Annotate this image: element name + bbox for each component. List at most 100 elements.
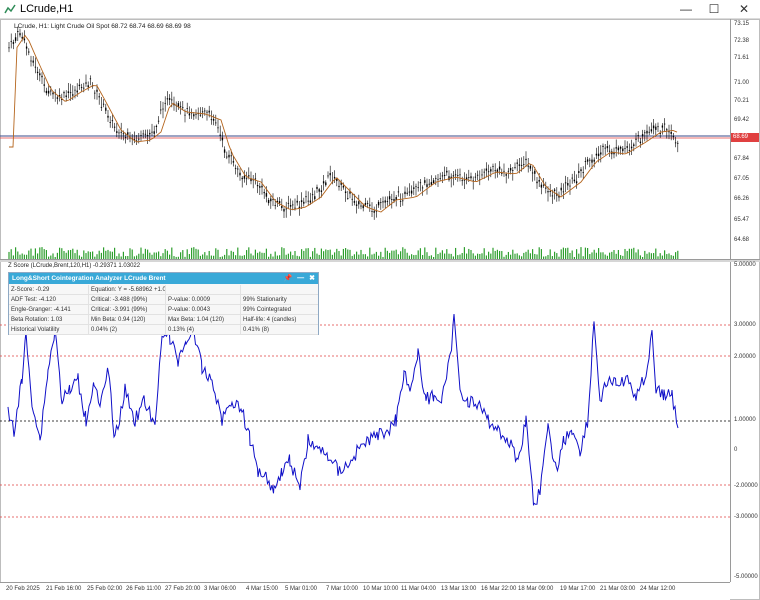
- candle-body: [635, 138, 637, 140]
- candle-body: [230, 155, 232, 157]
- candle-body: [56, 97, 59, 99]
- volume-bar: [562, 247, 564, 259]
- candle-body: [644, 132, 646, 134]
- panel-header[interactable]: Long&Short Cointegration Analyzer LCrude…: [9, 273, 318, 284]
- candle-body: [239, 172, 241, 176]
- candle-body: [89, 78, 92, 80]
- volume-bar: [283, 248, 285, 259]
- volume-bar: [61, 248, 63, 259]
- candle-body: [428, 183, 430, 185]
- panel-cell: 99% Stationarity: [243, 297, 287, 303]
- candle-body: [160, 109, 162, 111]
- candle-body: [417, 187, 419, 189]
- zscore-axis[interactable]: 5.00000 3.00000 2.00000 1.00000 0 -2.00000 -3.…: [730, 262, 760, 582]
- volume-bar: [360, 249, 362, 259]
- candle-body: [149, 132, 151, 135]
- candle-body: [353, 201, 356, 203]
- candle-body: [547, 191, 549, 193]
- cointegration-panel[interactable]: Long&Short Cointegration Analyzer LCrude…: [8, 272, 319, 335]
- candle-body: [34, 66, 37, 68]
- candle-body: [663, 123, 666, 125]
- candle-body: [261, 185, 263, 188]
- panel-cell: P-value: 0.0043: [166, 305, 241, 314]
- time-tick-label: 20 Feb 2025: [6, 586, 40, 592]
- candle-body: [122, 133, 125, 135]
- candle-body: [494, 170, 496, 172]
- close-panel-icon[interactable]: ✖: [309, 275, 315, 282]
- candle-body: [564, 182, 567, 184]
- candle-body: [584, 161, 587, 162]
- volume-bar: [593, 249, 595, 259]
- candle-body: [474, 176, 477, 178]
- candle-body: [501, 173, 503, 174]
- volume-bar: [259, 251, 261, 259]
- candle-body: [336, 178, 338, 182]
- pin-icon[interactable]: 📌: [284, 275, 293, 282]
- volume-bar: [39, 247, 41, 259]
- candle-body: [287, 202, 290, 204]
- volume-bar: [587, 248, 589, 259]
- candle-body: [358, 201, 360, 205]
- volume-bar: [600, 252, 602, 259]
- candle-body: [457, 175, 459, 176]
- volume-bar: [345, 248, 347, 259]
- zscore-tick-label: 1.00000: [734, 417, 756, 423]
- candle-body: [531, 172, 534, 174]
- candle-body: [94, 92, 96, 94]
- candle-body: [107, 115, 109, 118]
- candle-body: [512, 170, 514, 171]
- volume-bar: [15, 247, 17, 259]
- candle-body: [397, 191, 400, 193]
- volume-bar: [617, 249, 619, 259]
- candle-body: [201, 111, 204, 113]
- candle-body: [100, 106, 103, 108]
- volume-bar: [191, 247, 193, 259]
- candle-body: [294, 207, 296, 209]
- volume-bar: [131, 249, 133, 259]
- candle-body: [316, 186, 318, 189]
- candle-body: [661, 125, 664, 128]
- candle-body: [602, 145, 604, 147]
- candle-body: [329, 173, 331, 176]
- candle-body: [65, 95, 67, 98]
- volume-bar: [342, 248, 344, 259]
- candle-body: [426, 184, 428, 187]
- time-axis[interactable]: 20 Feb 2025 21 Feb 16:00 25 Feb 02:00 26 Fe…: [0, 582, 730, 600]
- candle-body: [267, 199, 270, 204]
- candle-body: [327, 175, 329, 177]
- panel-row: Beta Rotation: 1.03 Min Beta: 0.94 (120) M…: [9, 315, 318, 325]
- volume-bar: [144, 248, 146, 259]
- volume-bar: [380, 251, 382, 259]
- volume-bar: [312, 251, 314, 259]
- minimize-panel-icon[interactable]: —: [297, 275, 304, 282]
- volume-bar: [193, 247, 195, 259]
- volume-bar: [111, 251, 113, 259]
- volume-bar: [320, 248, 322, 259]
- candle-body: [514, 167, 516, 168]
- candle-body: [435, 177, 437, 179]
- candle-body: [300, 200, 303, 203]
- volume-bar: [204, 252, 206, 259]
- volume-bar: [70, 249, 72, 259]
- volume-bar: [67, 250, 69, 259]
- candle-body: [580, 169, 582, 172]
- panel-stats-grid: Z-Score: -0.29 Equation: Y = -5.68962 +1.…: [9, 285, 318, 335]
- candle-body: [567, 183, 569, 186]
- volume-bar: [628, 248, 630, 259]
- volume-bar: [246, 250, 248, 259]
- candle-body: [364, 203, 367, 205]
- candle-body: [655, 126, 657, 130]
- volume-bar: [395, 249, 397, 259]
- time-tick-label: 10 Mar 10:00: [363, 586, 399, 592]
- zscore-tick-label: -2.00000: [734, 483, 758, 489]
- volume-bar: [76, 249, 78, 259]
- price-tick-label: 72.38: [734, 38, 750, 44]
- candle-body: [50, 90, 52, 92]
- volume-bar: [386, 250, 388, 259]
- panel-cell: 0.13% (4): [166, 325, 241, 334]
- pane-separator[interactable]: [0, 259, 760, 262]
- panel-cell: Z-Score: -0.29: [9, 285, 89, 294]
- candle-body: [415, 186, 417, 188]
- volume-bar: [338, 251, 340, 259]
- current-price-badge: 68.69: [731, 133, 759, 142]
